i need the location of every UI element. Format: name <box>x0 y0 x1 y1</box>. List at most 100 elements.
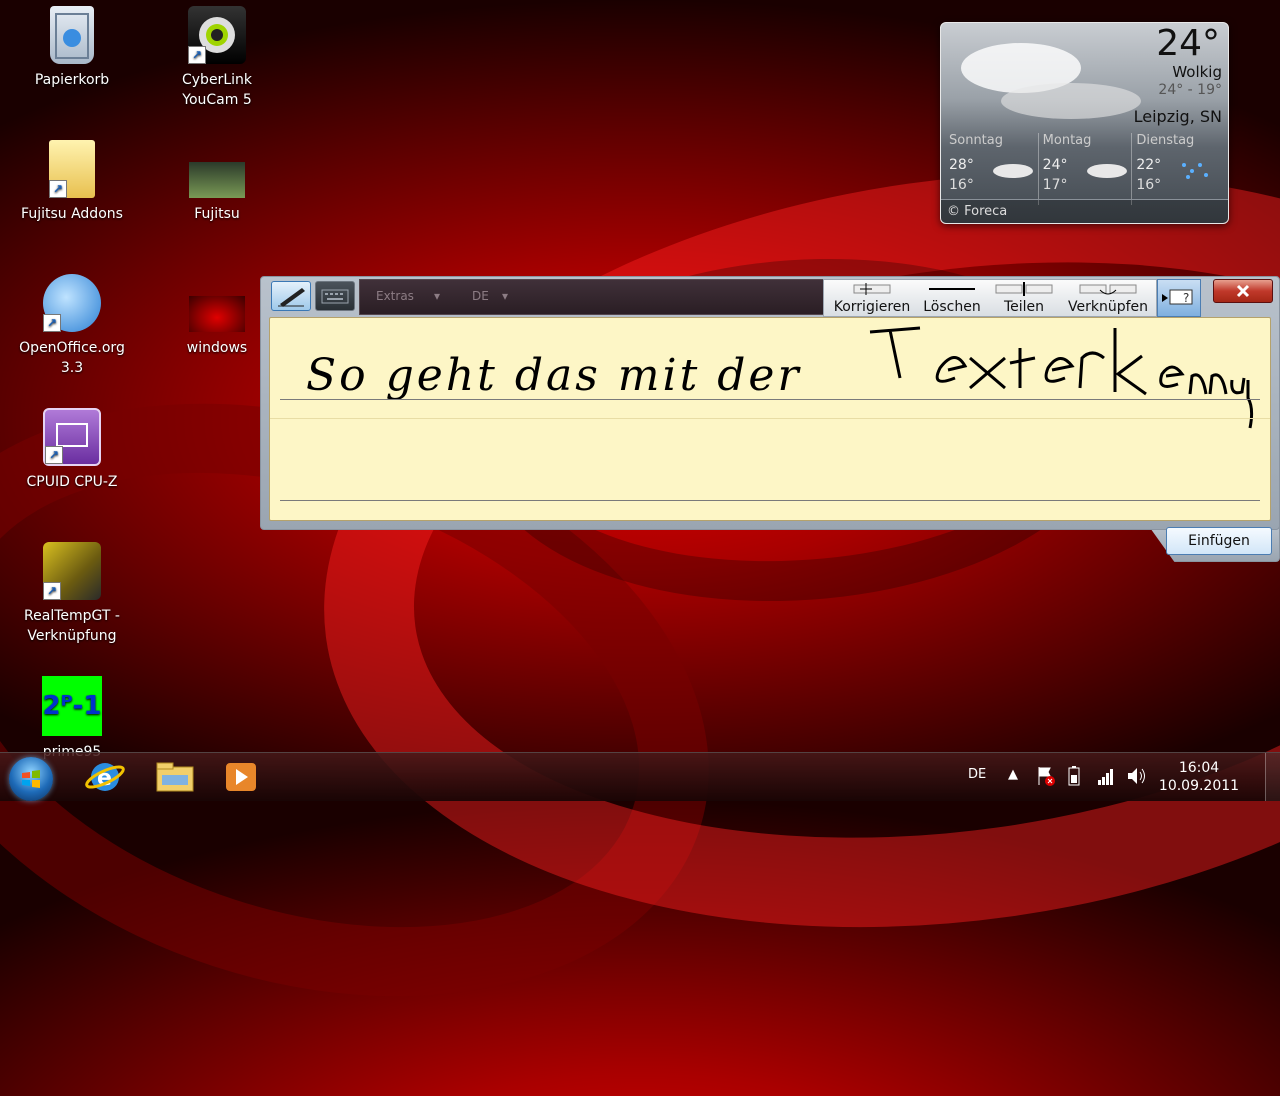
strikethrough-icon <box>929 288 975 290</box>
current-temperature: 24° <box>1156 23 1220 64</box>
clock-time: 16:04 <box>1178 760 1220 776</box>
chevron-down-icon[interactable]: ▾ <box>502 289 508 303</box>
volume-icon[interactable] <box>1126 765 1148 813</box>
insert-button[interactable]: Einfügen <box>1166 527 1272 555</box>
forecast-day-name: Sonntag <box>949 133 1003 148</box>
realtemp-icon: ↗ <box>43 542 101 600</box>
desktop-icon-openoffice[interactable]: ↗ OpenOffice.org 3.3 <box>12 274 132 378</box>
correct-button[interactable]: Korrigieren <box>830 280 914 315</box>
desktop-icon-youcam[interactable]: ↗ CyberLink YouCam 5 <box>157 6 277 110</box>
desktop-icon-realtemp[interactable]: ↗ RealTempGT - Verknüpfung <box>12 542 132 646</box>
weather-gadget[interactable]: 24° Wolkig 24° - 19° Leipzig, SN Sonntag… <box>940 22 1229 224</box>
file-explorer-icon <box>156 762 194 792</box>
cloudy-icon <box>1086 164 1127 178</box>
desktop-icon-fujitsu-addons[interactable]: ↗ Fujitsu Addons <box>12 140 132 224</box>
forecast-day: Montag 24° 17° <box>1037 133 1132 205</box>
pad-divider <box>270 418 1270 419</box>
writing-line <box>280 500 1260 501</box>
forecast-day: Sonntag 28° 16° <box>945 133 1038 205</box>
taskbar: e DE ▲ 16:04 10.09.2011 <box>0 752 1280 801</box>
internet-explorer-icon: e <box>85 763 125 791</box>
media-player-icon <box>226 763 256 791</box>
desktop-icon-label: Fujitsu <box>194 206 240 222</box>
desktop-icon-cpu-z[interactable]: ↗ CPUID CPU-Z <box>12 408 132 492</box>
handwriting-ink-strokes <box>869 326 1254 429</box>
forecast-high: 28° <box>949 157 974 173</box>
screenshot-thumbnail-icon <box>189 162 245 198</box>
input-panel-toolbar: Extras ▾ DE ▾ Korrigieren Löschen Teilen… <box>263 279 1277 317</box>
windows-logo-icon <box>22 770 40 788</box>
wallpaper-thumbnail-icon <box>189 296 245 332</box>
help-button[interactable]: ? <box>1157 279 1201 317</box>
taskbar-media-player[interactable] <box>216 755 266 799</box>
desktop-icon-label: OpenOffice.org 3.3 <box>19 340 125 376</box>
chevron-down-icon[interactable]: ▾ <box>434 289 440 303</box>
forecast-low: 16° <box>1136 177 1162 193</box>
prime95-icon: 2ᴾ-1 <box>42 676 102 736</box>
split-icon <box>995 282 1053 296</box>
shortcut-arrow-icon: ↗ <box>49 180 67 198</box>
show-hidden-icons-button[interactable]: ▲ <box>1008 767 1018 815</box>
delete-button[interactable]: Löschen <box>918 280 986 315</box>
wallpaper-swirl <box>274 94 1280 1006</box>
shortcut-arrow-icon: ↗ <box>45 446 63 464</box>
temperature-range: 24° - 19° <box>1158 82 1222 98</box>
close-button[interactable] <box>1213 279 1273 303</box>
language-indicator[interactable]: DE <box>968 767 986 815</box>
desktop-icon-windows[interactable]: windows <box>157 274 277 358</box>
correct-label: Korrigieren <box>833 299 911 315</box>
close-icon <box>1236 284 1250 298</box>
desktop-icon-label: Papierkorb <box>34 72 110 88</box>
forecast-day-name: Montag <box>1042 133 1092 148</box>
battery-icon[interactable] <box>1066 765 1082 813</box>
openoffice-icon: ↗ <box>43 274 101 332</box>
recycle-bin-icon <box>50 6 94 64</box>
forecast-low: 16° <box>949 177 974 193</box>
desktop-icon-prime95[interactable]: 2ᴾ-1 prime95 <box>12 676 132 762</box>
split-button[interactable]: Teilen <box>990 280 1058 315</box>
webcam-icon: ↗ <box>188 6 246 64</box>
rain-icon <box>1182 163 1209 179</box>
cpu-z-icon: ↗ <box>43 408 101 466</box>
forecast-high: 22° <box>1136 157 1162 173</box>
recognized-handwriting: So geht das mit der <box>306 350 802 401</box>
desktop-icon-fujitsu[interactable]: Fujitsu <box>157 140 277 224</box>
action-center-icon[interactable] <box>1036 765 1056 813</box>
forecast-day: Dienstag 22° 16° <box>1131 133 1225 205</box>
system-clock[interactable]: 16:04 10.09.2011 <box>1154 759 1244 795</box>
help-icon: ? <box>1162 289 1193 305</box>
shortcut-arrow-icon: ↗ <box>43 314 61 332</box>
writing-pad[interactable]: So geht das mit der <box>269 317 1271 521</box>
forecast-day-name: Dienstag <box>1136 133 1195 148</box>
network-signal-icon[interactable] <box>1096 765 1116 813</box>
forecast-days: Sonntag 28° 16° Montag 24° 17° Dienstag … <box>945 133 1225 205</box>
editing-tools: Korrigieren Löschen Teilen Verknüpfen <box>823 279 1157 317</box>
desktop-icon-label: windows <box>186 340 248 356</box>
pen-icon <box>278 288 305 307</box>
split-label: Teilen <box>1003 299 1045 315</box>
join-icon <box>1079 284 1137 295</box>
svg-text:?: ? <box>1183 291 1189 305</box>
language-menu[interactable]: DE <box>472 289 489 303</box>
show-desktop-button[interactable] <box>1265 753 1280 801</box>
desktop-icon-label: CyberLink YouCam 5 <box>182 72 252 108</box>
desktop-icon-label: Fujitsu Addons <box>21 206 123 222</box>
desktop-icon-label: CPUID CPU-Z <box>26 474 118 490</box>
cloud-graphic <box>1001 83 1141 119</box>
weather-condition: Wolkig <box>1172 63 1222 81</box>
shortcut-arrow-icon: ↗ <box>43 582 61 600</box>
taskbar-internet-explorer[interactable]: e <box>80 755 130 799</box>
keyboard-icon <box>321 289 349 304</box>
handwriting-mode-button[interactable] <box>271 281 311 311</box>
folder-icon: ↗ <box>49 140 95 198</box>
correct-icon <box>853 283 891 295</box>
start-button[interactable] <box>9 757 53 801</box>
join-button[interactable]: Verknüpfen <box>1064 280 1152 315</box>
extras-menu[interactable]: Extras <box>376 289 414 303</box>
forecast-high: 24° <box>1042 157 1068 173</box>
desktop-icon-recycle-bin[interactable]: Papierkorb <box>12 6 132 90</box>
delete-label: Löschen <box>923 299 981 315</box>
taskbar-file-explorer[interactable] <box>150 755 200 799</box>
keyboard-mode-button[interactable] <box>315 281 355 311</box>
weather-location: Leipzig, SN <box>1133 107 1222 126</box>
